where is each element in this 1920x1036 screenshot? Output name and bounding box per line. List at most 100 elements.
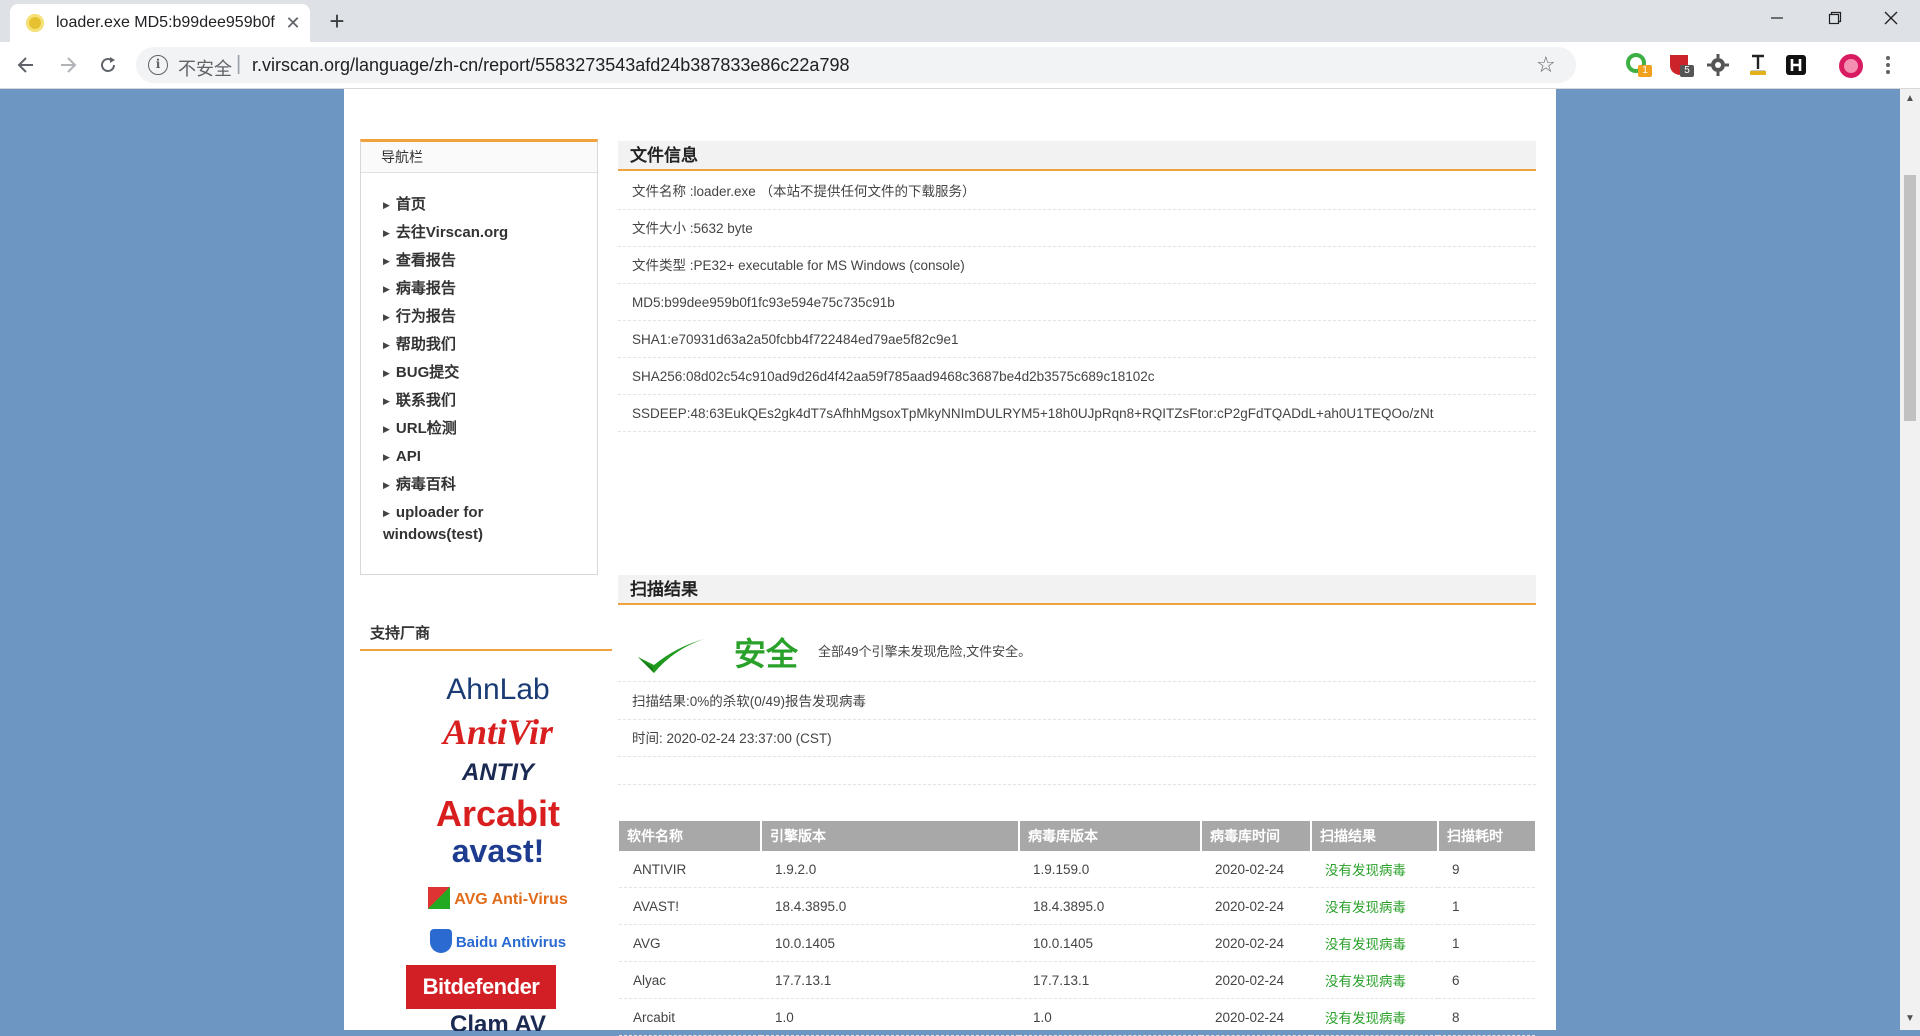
triangle-right-icon: ▶ [383,200,390,210]
profile-avatar[interactable] [1838,53,1863,78]
cell-scan-duration: 1 [1438,887,1535,925]
tab-strip: loader.exe MD5:b99dee959b0f ✕ + [0,0,1920,42]
cell-engine: ANTIVIR [619,851,761,888]
sha1-row: SHA1:e70931d63a2a50fcbb4f722484ed79ae5f8… [618,321,1536,358]
triangle-right-icon: ▶ [383,228,390,238]
reload-button[interactable] [92,50,124,80]
col-header-db-version[interactable]: 病毒库版本 [1019,821,1202,851]
scrollbar-thumb[interactable] [1904,175,1916,421]
vendor-logo-bitdefender[interactable]: Bitdefender [406,965,556,1009]
nav-item-help-us[interactable]: ▶ 帮助我们 [383,331,597,359]
cell-db-time: 2020-02-24 [1201,851,1311,888]
col-header-engine-version[interactable]: 引擎版本 [761,821,1020,851]
extension-4-icon[interactable] [1746,53,1770,77]
omnibox-separator: | [236,53,242,75]
cell-engine: AVG [619,924,761,962]
nav-item-uploader[interactable]: ▶ uploader for windows(test) [383,499,533,546]
nav-panel-title: 导航栏 [361,142,597,173]
scan-summary: 全部49个引擎未发现危险,文件安全。 [818,644,1032,659]
table-row: AVAST! 18.4.3895.0 18.4.3895.0 2020-02-2… [619,887,1535,925]
cell-db-time: 2020-02-24 [1201,961,1311,999]
nav-item-home[interactable]: ▶ 首页 [383,191,597,219]
bookmark-star-icon[interactable]: ☆ [1536,52,1556,78]
info-icon[interactable]: i [148,55,168,75]
vendor-logo-arcabit[interactable]: Arcabit [408,793,588,835]
vendor-logo-ahnlab[interactable]: AhnLab [408,673,588,707]
col-header-scan-result[interactable]: 扫描结果 [1311,821,1439,851]
back-button[interactable] [10,50,42,80]
address-bar[interactable]: i 不安全 | r.virscan.org/language/zh-cn/rep… [136,47,1576,83]
extension-2-icon[interactable]: 5 [1668,53,1694,77]
close-window-button[interactable] [1862,0,1920,36]
nav-item-contact[interactable]: ▶ 联系我们 [383,387,597,415]
engine-results-table: 软件名称 引擎版本 病毒库版本 病毒库时间 扫描结果 扫描耗时 ANTIVIR … [619,821,1535,1036]
shield-icon [429,929,452,953]
extension-5-icon[interactable] [1784,53,1808,77]
scroll-up-arrow-icon[interactable]: ▲ [1904,93,1916,105]
scan-spacer-row [618,757,1536,785]
cell-scan-result: 没有发现病毒 [1311,961,1438,999]
nav-item-virus-wiki[interactable]: ▶ 病毒百科 [383,471,597,499]
checkmark-icon [638,639,704,673]
nav-item-api[interactable]: ▶ API [383,443,597,471]
page-scrollbar[interactable]: ▲ ▼ [1900,89,1920,1030]
url-text[interactable]: r.virscan.org/language/zh-cn/report/5583… [252,55,849,76]
extension-3-gear-icon[interactable] [1706,53,1730,77]
file-name-row: 文件名称 :loader.exe （本站不提供任何文件的下载服务） [618,173,1536,210]
triangle-right-icon: ▶ [383,508,390,518]
cell-db-version: 17.7.13.1 [1019,961,1201,999]
reload-icon [101,57,115,72]
nav-item-view-report[interactable]: ▶ 查看报告 [383,247,597,275]
nav-item-behavior-report[interactable]: ▶ 行为报告 [383,303,597,331]
scan-result-line: 扫描结果:0%的杀软(0/49)报告发现病毒 [618,683,1536,720]
cell-engine-version: 18.4.3895.0 [761,887,1019,925]
vendor-logo-antivir[interactable]: AntiVir [408,711,588,753]
cell-scan-result: 没有发现病毒 [1311,924,1438,962]
nav-item-virus-report[interactable]: ▶ 病毒报告 [383,275,597,303]
col-header-engine[interactable]: 软件名称 [619,821,762,851]
close-icon [1884,11,1898,25]
tab-close-button[interactable]: ✕ [282,12,304,34]
triangle-right-icon: ▶ [383,452,390,462]
extension-badge: 5 [1680,65,1694,77]
nav-item-bug-submit[interactable]: ▶ BUG提交 [383,359,597,387]
vendor-logo-baidu[interactable]: Baidu Antivirus [408,929,588,953]
tab-title: loader.exe MD5:b99dee959b0f [56,14,275,31]
restore-button[interactable] [1806,0,1864,36]
forward-button[interactable] [52,50,84,80]
file-info-title: 文件信息 [618,141,1536,171]
nav-item-virscan[interactable]: ▶ 去往Virscan.org [383,219,597,247]
scroll-down-arrow-icon[interactable]: ▼ [1904,1013,1916,1025]
col-header-db-time[interactable]: 病毒库时间 [1201,821,1312,851]
security-label[interactable]: 不安全 [178,55,232,81]
browser-tab[interactable]: loader.exe MD5:b99dee959b0f ✕ [10,4,310,42]
cell-scan-result: 没有发现病毒 [1311,887,1438,925]
cell-db-version: 10.0.1405 [1019,924,1201,962]
vendor-logo-antiy[interactable]: ANTIY [408,759,588,787]
arrow-right-icon [61,57,77,73]
scan-time-line: 时间: 2020-02-24 23:37:00 (CST) [618,720,1536,757]
cell-db-time: 2020-02-24 [1201,887,1311,925]
scan-result-title: 扫描结果 [618,575,1536,605]
triangle-right-icon: ▶ [383,312,390,322]
scan-status-label: 安全 [734,636,799,672]
extension-1-icon[interactable]: 1 [1626,53,1652,77]
cell-engine-version: 17.7.13.1 [761,961,1019,999]
vendor-logo-avast[interactable]: avast! [408,833,588,870]
triangle-right-icon: ▶ [383,396,390,406]
cell-engine-version: 10.0.1405 [761,924,1019,962]
menu-kebab-icon[interactable] [1882,53,1894,77]
arrow-left-icon [17,57,33,73]
avg-logo-icon [428,887,451,909]
cell-engine: Alyac [619,961,761,999]
ssdeep-row: SSDEEP:48:63EukQEs2gk4dT7sAfhhMgsoxTpMky… [618,395,1536,432]
vendor-logo-clamav[interactable]: Clam AV [408,1011,588,1031]
minimize-button[interactable] [1748,0,1806,36]
new-tab-button[interactable]: + [322,6,352,36]
cell-scan-result: 没有发现病毒 [1311,851,1438,888]
page-content: 导航栏 ▶ 首页 ▶ 去往Virscan.org ▶ 查看报告 ▶ 病毒报告 ▶ 行为报告… [344,89,1556,1036]
nav-item-url-check[interactable]: ▶ URL检测 [383,415,597,443]
col-header-scan-duration[interactable]: 扫描耗时 [1438,821,1535,851]
vendor-logo-avg[interactable]: AVG Anti-Virus [408,887,588,909]
file-type-row: 文件类型 :PE32+ executable for MS Windows (c… [618,247,1536,284]
